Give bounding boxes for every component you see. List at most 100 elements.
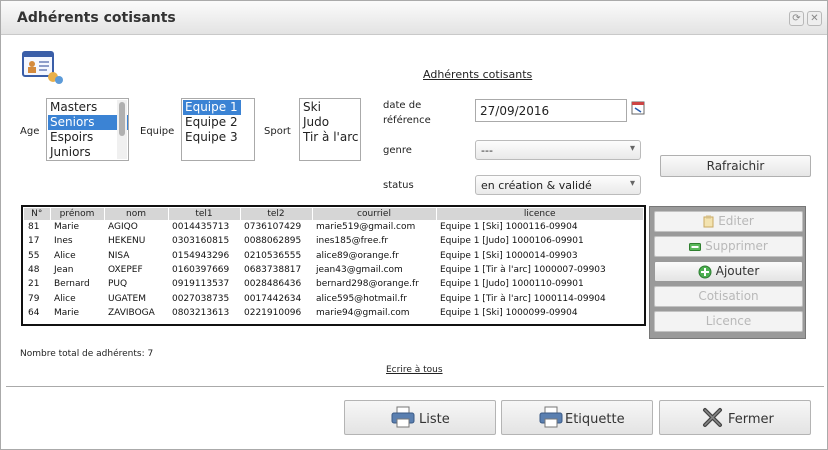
table-cell: 55: [28, 250, 40, 261]
plus-icon: [698, 265, 712, 278]
col-header-tel1[interactable]: tel1: [168, 208, 241, 220]
table-cell: Equipe 1 [Judo] 1000110-09901: [440, 279, 584, 290]
status-select[interactable]: en création & validé ▾: [475, 175, 641, 195]
age-scrollbar[interactable]: [117, 100, 127, 159]
table-cell: 0683738817: [244, 265, 302, 276]
table-cell: 17: [28, 236, 40, 247]
table-cell: 64: [28, 307, 40, 318]
delete-label: Supprimer: [705, 239, 768, 253]
table-header-row: N° prénom nom tel1 tel2 courriel licence: [24, 208, 644, 220]
date-input[interactable]: 27/09/2016: [475, 99, 627, 122]
close-window-icon[interactable]: ✕: [807, 11, 822, 26]
genre-value: ---: [481, 144, 493, 157]
date-label-line2: référence: [383, 115, 431, 126]
close-label: Fermer: [728, 412, 774, 427]
cotisation-button[interactable]: Cotisation: [654, 286, 803, 307]
col-header-licence[interactable]: licence: [436, 208, 644, 220]
table-cell: marie519@gmail.com: [316, 222, 416, 233]
list-button[interactable]: Liste: [344, 400, 496, 435]
table-cell: 0919113537: [172, 279, 230, 290]
minus-icon: [689, 242, 702, 251]
edit-label: Editer: [718, 214, 754, 228]
table-cell: 0014435713: [172, 222, 230, 233]
table-row[interactable]: 81 Marie AGIQO 0014435713 0736107429 marie519…: [24, 220, 644, 234]
sport-option[interactable]: Judo: [301, 115, 360, 130]
table-row[interactable]: 17 Ines HEKENU 0303160815 0088062895 ines185@…: [24, 234, 644, 248]
table-row[interactable]: 21 Bernard PUQ 0919113537 0028486436 bernard2…: [24, 277, 644, 291]
equipe-option[interactable]: Equipe 3: [183, 130, 254, 145]
total-members-text: Nombre total de adhérents: 7: [20, 349, 154, 359]
title-bar[interactable]: Adhérents cotisants ⟳ ✕: [1, 1, 827, 35]
close-button[interactable]: Fermer: [659, 400, 811, 435]
close-x-icon: [703, 408, 722, 427]
table-row[interactable]: 55 Alice NISA 0154943296 0210536555 alice89@o…: [24, 249, 644, 263]
table-cell: alice595@hotmail.fr: [316, 293, 407, 304]
table-cell: ines185@free.fr: [316, 236, 389, 247]
age-option[interactable]: Juniors: [48, 145, 128, 160]
age-option-selected[interactable]: Seniors: [48, 115, 128, 130]
table-cell: jean43@gmail.com: [316, 265, 403, 276]
table-cell: 0221910096: [244, 307, 302, 318]
table-cell: Jean: [54, 265, 74, 276]
table-cell: 0154943296: [172, 250, 230, 261]
table-cell: Marie: [54, 307, 80, 318]
table-cell: Marie: [54, 222, 80, 233]
col-header-firstname[interactable]: prénom: [50, 208, 105, 220]
page-title-link[interactable]: Adhérents cotisants: [423, 68, 532, 81]
age-option[interactable]: Masters: [48, 100, 128, 115]
label-label: Etiquette: [565, 412, 625, 427]
table-cell: 0303160815: [172, 236, 230, 247]
write-all-link[interactable]: Ecrire à tous: [386, 365, 443, 375]
table-body: 81 Marie AGIQO 0014435713 0736107429 marie519…: [24, 220, 644, 320]
col-header-email[interactable]: courriel: [312, 208, 437, 220]
table-cell: 48: [28, 265, 40, 276]
licence-button[interactable]: Licence: [654, 311, 803, 332]
printer-icon: [391, 406, 415, 428]
table-cell: NISA: [108, 250, 130, 261]
sport-option[interactable]: Ski: [301, 100, 360, 115]
equipe-option-selected[interactable]: Equipe 1: [183, 100, 241, 115]
members-table-container: N° prénom nom tel1 tel2 courriel licence…: [21, 205, 646, 326]
clipboard-icon: [703, 215, 714, 228]
table-cell: 0028486436: [244, 279, 302, 290]
chevron-down-icon: ▾: [629, 178, 635, 189]
col-header-tel2[interactable]: tel2: [240, 208, 313, 220]
table-row[interactable]: 79 Alice UGATEM 0027038735 0017442634 alice59…: [24, 291, 644, 305]
add-button[interactable]: Ajouter: [654, 261, 803, 282]
table-cell: 0160397669: [172, 265, 230, 276]
equipe-listbox[interactable]: Equipe 1 Equipe 2 Equipe 3: [181, 98, 255, 161]
refresh-button[interactable]: Rafraichir: [660, 155, 811, 177]
sport-option[interactable]: Tir à l'arc: [301, 130, 360, 145]
table-row[interactable]: 48 Jean OXEPEF 0160397669 0683738817 jean43@g…: [24, 263, 644, 277]
list-label: Liste: [419, 412, 450, 427]
table-cell: HEKENU: [108, 236, 146, 247]
calendar-icon[interactable]: [631, 100, 645, 115]
genre-select[interactable]: --- ▾: [475, 140, 641, 160]
status-label: status: [383, 180, 414, 191]
equipe-label: Equipe: [140, 126, 175, 137]
table-cell: 81: [28, 222, 40, 233]
edit-button[interactable]: Editer: [654, 211, 803, 232]
scroll-thumb[interactable]: [119, 102, 125, 136]
age-label: Age: [20, 126, 40, 137]
table-cell: alice89@orange.fr: [316, 250, 399, 261]
table-cell: 0210536555: [244, 250, 302, 261]
label-button[interactable]: Etiquette: [501, 400, 653, 435]
sport-listbox[interactable]: Ski Judo Tir à l'arc: [299, 98, 361, 161]
members-table: N° prénom nom tel1 tel2 courriel licence…: [24, 208, 644, 320]
table-cell: 0088062895: [244, 236, 302, 247]
table-cell: 0027038735: [172, 293, 230, 304]
age-listbox[interactable]: Masters Seniors Espoirs Juniors: [46, 98, 129, 161]
age-option[interactable]: Espoirs: [48, 130, 128, 145]
refresh-window-icon[interactable]: ⟳: [789, 11, 804, 26]
table-cell: 79: [28, 293, 40, 304]
table-cell: 0736107429: [244, 222, 302, 233]
equipe-option[interactable]: Equipe 2: [183, 115, 254, 130]
col-header-number[interactable]: N°: [24, 208, 51, 220]
delete-button[interactable]: Supprimer: [654, 236, 803, 257]
table-row[interactable]: 64 Marie ZAVIBOGA 0803213613 0221910096 marie…: [24, 306, 644, 320]
table-cell: bernard298@orange.fr: [316, 279, 419, 290]
col-header-lastname[interactable]: nom: [104, 208, 169, 220]
table-cell: AGIQO: [108, 222, 138, 233]
window-title: Adhérents cotisants: [17, 10, 176, 26]
